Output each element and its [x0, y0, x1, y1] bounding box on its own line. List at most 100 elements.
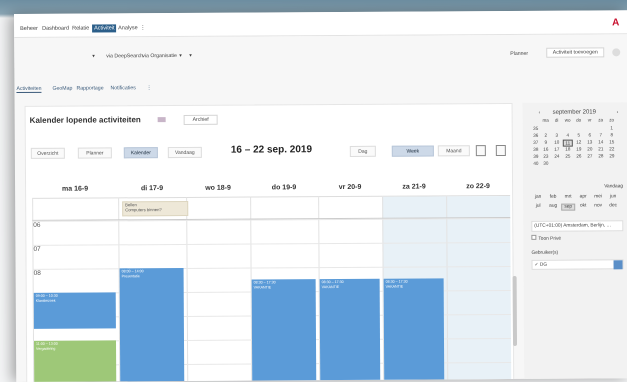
day-header[interactable]: di 17-9 [118, 179, 187, 199]
users-dropdown-icon[interactable] [613, 260, 623, 270]
tab-activiteiten[interactable]: Activiteiten [16, 85, 42, 93]
calendar-event[interactable]: 08:30 – 17:30 VAKANTIE [251, 279, 317, 382]
filter-organisatie[interactable]: via Organisatie [142, 53, 177, 59]
view-vandaag-button[interactable]: Vandaag [167, 146, 202, 159]
calendar-day[interactable]: 24 [552, 154, 562, 161]
nav-item-activiteit[interactable]: Activiteit [92, 24, 117, 33]
next-icon[interactable] [495, 144, 506, 157]
calendar-event[interactable]: 08:30 – 17:30 VAKANTIE [319, 278, 381, 382]
calendar-day[interactable]: 6 [585, 132, 595, 139]
month-option[interactable]: dec [606, 203, 620, 208]
next-month-icon[interactable]: › [617, 109, 619, 115]
calendar-day[interactable]: 11 [562, 139, 573, 147]
calendar-day[interactable]: 14 [596, 139, 606, 146]
scrollbar[interactable] [512, 275, 518, 346]
calendar-day[interactable]: 27 [585, 153, 595, 160]
month-option[interactable]: sep [561, 203, 576, 211]
nav-item-relatie[interactable]: Relatie [72, 26, 89, 32]
month-option[interactable]: mrt [561, 195, 575, 200]
calendar-day[interactable] [585, 160, 595, 167]
calendar-day[interactable]: 4 [563, 133, 573, 140]
tab-notificaties[interactable]: Notificaties [110, 85, 135, 91]
range-day-button[interactable]: Dag [349, 145, 376, 157]
calendar-day[interactable] [552, 126, 562, 133]
filter-deepsearch[interactable]: via DeepSearch [106, 53, 143, 59]
calendar-day[interactable]: 22 [607, 146, 617, 153]
view-overzicht-button[interactable]: Overzicht [30, 147, 65, 159]
calendar-day[interactable]: 12 [574, 140, 584, 147]
calendar-day[interactable] [563, 161, 573, 168]
calendar-day[interactable]: 3 [552, 133, 562, 140]
view-planner-button[interactable]: Planner [77, 147, 112, 159]
calendar-day[interactable] [541, 126, 551, 133]
calendar-day[interactable]: 9 [541, 140, 551, 147]
calendar-day[interactable] [596, 160, 606, 167]
prev-month-icon[interactable]: ‹ [539, 110, 541, 116]
month-option[interactable]: jun [606, 194, 620, 199]
calendar-day[interactable]: 10 [552, 140, 562, 147]
calendar-day[interactable]: 25 [563, 154, 573, 161]
users-select[interactable]: ✓ DG [531, 259, 624, 270]
calendar-day[interactable]: 29 [607, 153, 617, 160]
prev-icon[interactable] [475, 145, 486, 157]
calendar-day[interactable]: 13 [585, 139, 595, 146]
filter-dropdown-icon[interactable]: ▾ [179, 53, 182, 59]
add-activity-button[interactable]: Activiteit toevoegen [546, 47, 605, 58]
toggle-icon[interactable] [612, 48, 621, 57]
planner-link[interactable]: Planner [510, 51, 528, 57]
calendar-event[interactable]: 08:00 – 14:00 Presentatie [119, 267, 185, 382]
archive-button[interactable]: Archief [183, 114, 218, 125]
calendar-day[interactable]: 8 [607, 132, 617, 139]
calendar-day[interactable]: 2 [541, 133, 551, 140]
month-option[interactable]: feb [546, 195, 560, 200]
nav-more-icon[interactable]: ⋮ [140, 25, 146, 31]
calendar-event[interactable]: 08:30 – 17:30 VAKANTIE [383, 278, 445, 382]
calendar-day[interactable]: 7 [596, 132, 606, 139]
calendar-day[interactable] [574, 126, 584, 133]
tab-rapportage[interactable]: Rapportage [76, 85, 103, 91]
calendar-day[interactable]: 21 [596, 146, 606, 153]
calendar-day[interactable] [596, 125, 606, 132]
range-week-button[interactable]: Week [391, 145, 434, 157]
month-option[interactable]: apr [576, 194, 590, 200]
calendar-day[interactable] [607, 160, 617, 167]
month-option[interactable]: jan [531, 195, 545, 200]
calendar-event[interactable]: 11:00 – 13:00 Vergadering [33, 340, 117, 382]
tab-geomap[interactable]: GeoMap [52, 86, 72, 92]
all-day-event[interactable]: Bellen Computers binnen? [122, 200, 189, 217]
month-option[interactable]: aug [546, 204, 560, 209]
calendar-color-icon[interactable] [157, 117, 166, 123]
calendar-day[interactable]: 30 [541, 161, 551, 168]
month-option[interactable]: jul [531, 204, 545, 209]
day-header[interactable]: wo 18-9 [186, 179, 251, 198]
nav-item-beheer[interactable]: Beheer [20, 26, 38, 32]
calendar-day[interactable]: 5 [574, 133, 584, 140]
calendar-day[interactable]: 23 [541, 154, 551, 161]
calendar-day[interactable] [563, 126, 573, 133]
calendar-day[interactable]: 20 [585, 146, 595, 153]
calendar-day[interactable]: 28 [596, 153, 606, 160]
calendar-day[interactable]: 26 [574, 154, 584, 161]
calendar-event[interactable]: 09:00 – 10:30 Klantbezoek [33, 292, 116, 329]
nav-item-analyse[interactable]: Analyse [118, 25, 138, 31]
calendar-day[interactable]: 16 [541, 147, 551, 154]
filter-dropdown-icon[interactable]: ▾ [92, 54, 95, 60]
day-header[interactable]: zo 22-9 [446, 177, 511, 197]
calendar-day[interactable]: 17 [552, 147, 562, 154]
today-link[interactable]: Vandaag [531, 184, 623, 190]
day-header[interactable]: ma 16-9 [32, 180, 119, 199]
view-kalender-button[interactable]: Kalender [123, 147, 158, 159]
day-header[interactable]: za 21-9 [382, 178, 447, 197]
calendar-day[interactable] [574, 161, 584, 168]
calendar-day[interactable] [585, 125, 595, 132]
month-option[interactable]: okt [576, 203, 590, 209]
calendar-day[interactable]: 19 [574, 147, 584, 154]
timezone-select[interactable]: (UTC+01:00) Amsterdam, Berlijn, … [531, 220, 624, 232]
calendar-day[interactable]: 15 [607, 139, 617, 146]
day-header[interactable]: do 19-9 [250, 179, 319, 198]
calendar-day[interactable]: 18 [563, 147, 573, 154]
checkbox-icon[interactable] [531, 234, 537, 240]
nav-item-dashboard[interactable]: Dashboard [42, 26, 69, 32]
toon-prive-checkbox[interactable]: Toon Privé [531, 234, 623, 242]
range-month-button[interactable]: Maand [437, 145, 470, 157]
